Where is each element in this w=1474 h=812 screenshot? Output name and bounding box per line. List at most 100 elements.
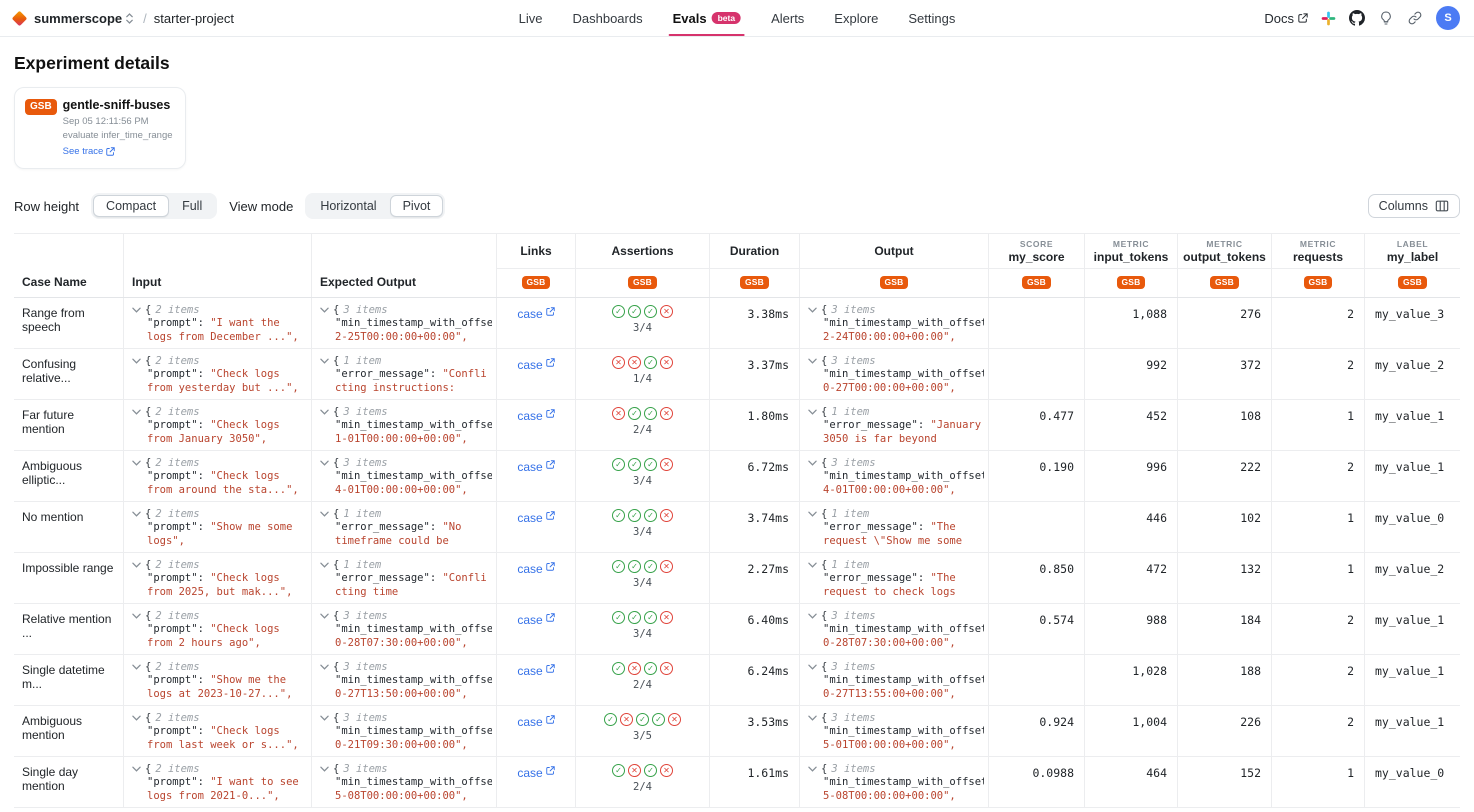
table-row[interactable]: Ambiguous mention { 2 items "prompt": "C… [14,706,1460,757]
row-height-compact-button[interactable]: Compact [93,195,169,217]
input-cell[interactable]: { 2 items "prompt": "Show me the logs at… [124,655,312,705]
nav-item-live[interactable]: Live [519,0,543,36]
avatar[interactable]: S [1436,6,1460,30]
input-cell[interactable]: { 2 items "prompt": "I want the logs fro… [124,298,312,348]
case-link[interactable]: case [517,358,554,374]
expected-output-cell[interactable]: { 1 item "error_message": "No timeframe … [312,502,497,552]
expected-output-cell[interactable]: { 3 items "min_timestamp_with_offset": 1… [312,604,497,654]
experiment-column-badge[interactable]: GSB [1117,276,1145,290]
chevron-down-icon[interactable] [808,460,817,466]
input-cell[interactable]: { 2 items "prompt": "Check logs from las… [124,706,312,756]
chevron-down-icon[interactable] [808,715,817,721]
case-name-cell[interactable]: Far future mention [14,400,124,450]
case-link[interactable]: case [517,664,554,680]
case-name-cell[interactable]: No mention [14,502,124,552]
nav-item-settings[interactable]: Settings [908,0,955,36]
chevron-down-icon[interactable] [132,562,141,568]
table-row[interactable]: Impossible range { 2 items "prompt": "Ch… [14,553,1460,604]
case-link[interactable]: case [517,307,554,323]
table-row[interactable]: Confusing relative... { 2 items "prompt"… [14,349,1460,400]
docs-link[interactable]: Docs [1264,11,1308,26]
input-cell[interactable]: { 2 items "prompt": "Check logs from Jan… [124,400,312,450]
expected-output-cell[interactable]: { 3 items "min_timestamp_with_offset": 1… [312,655,497,705]
output-cell[interactable]: { 3 items "min_timestamp_with_offset": 0… [800,451,989,501]
chevron-down-icon[interactable] [132,409,141,415]
expected-output-cell[interactable]: { 1 item "error_message": "Conflicting i… [312,349,497,399]
table-row[interactable]: Ambiguous elliptic... { 2 items "prompt"… [14,451,1460,502]
input-cell[interactable]: { 2 items "prompt": "Check logs from 2 h… [124,604,312,654]
output-cell[interactable]: { 3 items "min_timestamp_with_offset": 0… [800,757,989,807]
chevron-down-icon[interactable] [320,715,329,721]
expected-output-cell[interactable]: { 3 items "min_timestamp_with_offset": 0… [312,400,497,450]
see-trace-link[interactable]: See trace [63,146,116,157]
chevron-down-icon[interactable] [320,664,329,670]
chevron-down-icon[interactable] [320,358,329,364]
experiment-column-badge[interactable]: GSB [1210,276,1238,290]
github-icon[interactable] [1349,10,1365,26]
chevron-down-icon[interactable] [132,715,141,721]
case-link[interactable]: case [517,511,554,527]
expected-output-cell[interactable]: { 3 items "min_timestamp_with_offset": 0… [312,451,497,501]
case-name-cell[interactable]: Single datetime m... [14,655,124,705]
chevron-down-icon[interactable] [808,766,817,772]
columns-button[interactable]: Columns [1368,194,1460,218]
table-row[interactable]: Single day mention { 2 items "prompt": "… [14,757,1460,808]
output-cell[interactable]: { 3 items "min_timestamp_with_offset": 0… [800,706,989,756]
chevron-down-icon[interactable] [320,613,329,619]
output-cell[interactable]: { 3 items "min_timestamp_with_offset": 1… [800,298,989,348]
input-cell[interactable]: { 2 items "prompt": "Show me some logs", [124,502,312,552]
input-cell[interactable]: { 2 items "prompt": "Check logs from aro… [124,451,312,501]
nav-item-explore[interactable]: Explore [834,0,878,36]
chevron-down-icon[interactable] [132,613,141,619]
table-row[interactable]: No mention { 2 items "prompt": "Show me … [14,502,1460,553]
chevron-down-icon[interactable] [320,307,329,313]
case-link[interactable]: case [517,409,554,425]
chevron-down-icon[interactable] [320,409,329,415]
lightbulb-icon[interactable] [1378,10,1394,26]
chevron-down-icon[interactable] [808,664,817,670]
experiment-column-badge[interactable]: GSB [1398,276,1426,290]
output-cell[interactable]: { 3 items "min_timestamp_with_offset": 1… [800,349,989,399]
case-name-cell[interactable]: Ambiguous mention [14,706,124,756]
chevron-down-icon[interactable] [320,562,329,568]
view-mode-pivot-button[interactable]: Pivot [390,195,444,217]
case-link[interactable]: case [517,460,554,476]
chevron-down-icon[interactable] [808,307,817,313]
chevron-down-icon[interactable] [320,511,329,517]
experiment-column-badge[interactable]: GSB [1022,276,1050,290]
slack-icon[interactable] [1321,11,1336,26]
experiment-column-badge[interactable]: GSB [522,276,550,290]
chevron-down-icon[interactable] [808,613,817,619]
chevron-down-icon[interactable] [132,307,141,313]
output-cell[interactable]: { 1 item "error_message": "The request \… [800,502,989,552]
input-cell[interactable]: { 2 items "prompt": "Check logs from yes… [124,349,312,399]
experiment-column-badge[interactable]: GSB [740,276,768,290]
case-name-cell[interactable]: Impossible range [14,553,124,603]
chevron-down-icon[interactable] [132,766,141,772]
input-cell[interactable]: { 2 items "prompt": "Check logs from 202… [124,553,312,603]
output-cell[interactable]: { 3 items "min_timestamp_with_offset": 1… [800,604,989,654]
chevron-down-icon[interactable] [132,664,141,670]
chevron-down-icon[interactable] [132,358,141,364]
case-link[interactable]: case [517,715,554,731]
case-name-cell[interactable]: Relative mention ... [14,604,124,654]
chevron-down-icon[interactable] [808,562,817,568]
nav-item-dashboards[interactable]: Dashboards [572,0,642,36]
view-mode-horizontal-button[interactable]: Horizontal [307,195,389,217]
link-icon[interactable] [1407,10,1423,26]
experiment-column-badge[interactable]: GSB [1304,276,1332,290]
table-row[interactable]: Range from speech { 2 items "prompt": "I… [14,298,1460,349]
nav-item-alerts[interactable]: Alerts [771,0,804,36]
chevron-down-icon[interactable] [808,358,817,364]
output-cell[interactable]: { 3 items "min_timestamp_with_offset": 1… [800,655,989,705]
nav-item-evals[interactable]: Evals beta [673,0,741,36]
case-link[interactable]: case [517,613,554,629]
case-name-cell[interactable]: Ambiguous elliptic... [14,451,124,501]
case-name-cell[interactable]: Range from speech [14,298,124,348]
case-link[interactable]: case [517,766,554,782]
table-row[interactable]: Single datetime m... { 2 items "prompt":… [14,655,1460,706]
expected-output-cell[interactable]: { 3 items "min_timestamp_with_offset": 0… [312,757,497,807]
output-cell[interactable]: { 1 item "error_message": "January 3050 … [800,400,989,450]
case-link[interactable]: case [517,562,554,578]
case-name-cell[interactable]: Confusing relative... [14,349,124,399]
